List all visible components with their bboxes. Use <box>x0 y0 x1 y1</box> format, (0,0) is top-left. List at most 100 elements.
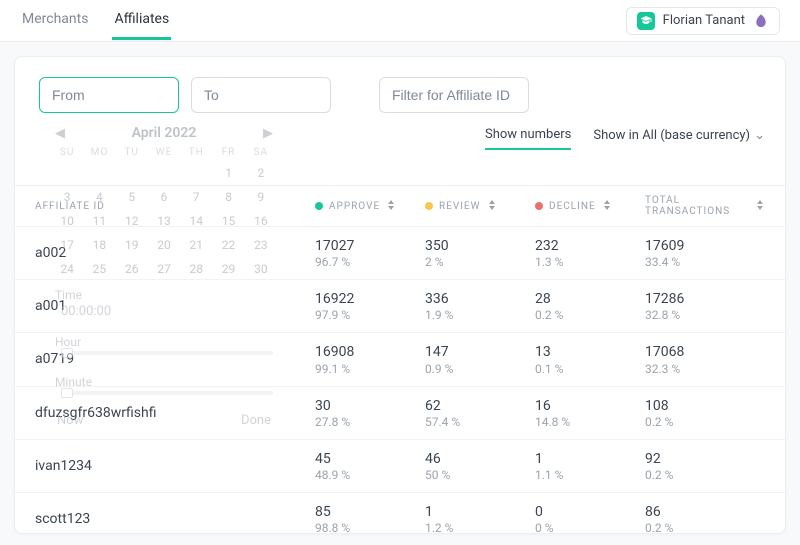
calendar-title: April 2022 <box>132 125 197 141</box>
cell-decline: 1614.8 % <box>535 397 645 429</box>
calendar-day <box>53 164 81 182</box>
calendar-day[interactable]: 23 <box>247 236 275 254</box>
calendar-weekday: MO <box>85 147 113 158</box>
calendar-day[interactable]: 2 <box>247 164 275 182</box>
cell-approve: 3027.8 % <box>315 397 425 429</box>
cell-review: 6257.4 % <box>425 397 535 429</box>
calendar-day[interactable]: 6 <box>150 188 178 206</box>
calendar-prev-month[interactable]: ◀ <box>55 126 65 141</box>
calendar-day <box>118 164 146 182</box>
calendar-done-button[interactable]: Done <box>241 413 271 428</box>
calendar-day[interactable]: 22 <box>214 236 242 254</box>
tab-merchants[interactable]: Merchants <box>20 1 90 40</box>
cell-affiliate-id: ivan1234 <box>35 458 315 474</box>
calendar-time-value: 00:00:00 <box>39 302 289 325</box>
cell-decline: 11.1 % <box>535 450 645 482</box>
col-approve[interactable]: APPROVE <box>315 200 425 213</box>
cell-decline: 130.1 % <box>535 343 645 375</box>
col-review-label: REVIEW <box>439 201 481 212</box>
graduation-cap-icon <box>637 12 655 30</box>
toggle-show-currency[interactable]: Show in All (base currency)⌄ <box>593 128 765 149</box>
calendar-day[interactable]: 25 <box>85 260 113 278</box>
cell-total: 1760933.4 % <box>645 237 765 269</box>
cell-approve: 1690899.1 % <box>315 343 425 375</box>
calendar-day <box>150 164 178 182</box>
cell-total: 920.2 % <box>645 450 765 482</box>
calendar-weekday: WE <box>150 147 178 158</box>
leaf-icon <box>753 13 769 29</box>
col-decline[interactable]: DECLINE <box>535 200 645 213</box>
cell-review: 1470.9 % <box>425 343 535 375</box>
cell-decline: 00 % <box>535 503 645 535</box>
calendar-day[interactable]: 24 <box>53 260 81 278</box>
date-from-input[interactable] <box>39 77 179 113</box>
calendar-day <box>182 164 210 182</box>
calendar-day[interactable]: 10 <box>53 212 81 230</box>
calendar-day <box>85 164 113 182</box>
calendar-day[interactable]: 27 <box>150 260 178 278</box>
cell-approve: 1702796.7 % <box>315 237 425 269</box>
cell-approve: 4548.9 % <box>315 450 425 482</box>
calendar-day[interactable]: 14 <box>182 212 210 230</box>
calendar-time-label: Time <box>39 278 289 302</box>
date-to-input[interactable] <box>191 77 331 113</box>
col-total[interactable]: TOTAL TRANSACTIONS <box>645 195 765 217</box>
calendar-day[interactable]: 8 <box>214 188 242 206</box>
sort-icon <box>602 200 612 213</box>
slider-knob-icon <box>61 348 73 358</box>
table-row[interactable]: scott1238598.8 %11.2 %00 %860.2 % <box>15 492 785 545</box>
date-picker-popover: ◀ April 2022 ▶ SUMOTUWETHFRSA12345678910… <box>39 121 289 434</box>
calendar-day[interactable]: 13 <box>150 212 178 230</box>
top-bar: Merchants Affiliates Florian Tanant <box>0 0 800 42</box>
calendar-day[interactable]: 15 <box>214 212 242 230</box>
calendar-day[interactable]: 21 <box>182 236 210 254</box>
filters-row <box>15 57 785 123</box>
calendar-weekday: FR <box>214 147 242 158</box>
calendar-day[interactable]: 19 <box>118 236 146 254</box>
calendar-day[interactable]: 26 <box>118 260 146 278</box>
cell-total: 1728632.8 % <box>645 290 765 322</box>
tab-affiliates[interactable]: Affiliates <box>112 1 171 40</box>
cell-total: 860.2 % <box>645 503 765 535</box>
content-panel: Show numbers Show in All (base currency)… <box>14 56 786 534</box>
calendar-day[interactable]: 7 <box>182 188 210 206</box>
col-review[interactable]: REVIEW <box>425 200 535 213</box>
calendar-day[interactable]: 28 <box>182 260 210 278</box>
calendar-day[interactable]: 17 <box>53 236 81 254</box>
calendar-day[interactable]: 30 <box>247 260 275 278</box>
calendar-day[interactable]: 4 <box>85 188 113 206</box>
calendar-day[interactable]: 12 <box>118 212 146 230</box>
calendar-day[interactable]: 20 <box>150 236 178 254</box>
col-decline-label: DECLINE <box>549 201 596 212</box>
calendar-weekday: SA <box>247 147 275 158</box>
cell-approve: 1692297.9 % <box>315 290 425 322</box>
calendar-minute-slider[interactable] <box>61 391 273 395</box>
sort-icon <box>487 200 497 213</box>
calendar-day[interactable]: 18 <box>85 236 113 254</box>
table-row[interactable]: ivan12344548.9 %4650 %11.1 %920.2 % <box>15 439 785 492</box>
cell-decline: 2321.3 % <box>535 237 645 269</box>
calendar-minute-label: Minute <box>39 365 289 389</box>
calendar-day[interactable]: 3 <box>53 188 81 206</box>
calendar-day[interactable]: 16 <box>247 212 275 230</box>
affiliate-id-filter-input[interactable] <box>379 77 529 113</box>
col-total-label: TOTAL TRANSACTIONS <box>645 195 749 217</box>
status-dot-decline-icon <box>535 202 543 210</box>
calendar-now-button[interactable]: Now <box>57 413 83 428</box>
calendar-hour-slider[interactable] <box>61 351 273 355</box>
calendar-day[interactable]: 5 <box>118 188 146 206</box>
calendar-day[interactable]: 11 <box>85 212 113 230</box>
cell-total: 1080.2 % <box>645 397 765 429</box>
cell-approve: 8598.8 % <box>315 503 425 535</box>
calendar-day[interactable]: 1 <box>214 164 242 182</box>
calendar-day[interactable]: 29 <box>214 260 242 278</box>
calendar-next-month[interactable]: ▶ <box>263 126 273 141</box>
calendar-day[interactable]: 9 <box>247 188 275 206</box>
toggle-show-numbers[interactable]: Show numbers <box>485 127 571 150</box>
col-approve-label: APPROVE <box>329 201 380 212</box>
user-menu[interactable]: Florian Tanant <box>626 7 780 35</box>
sort-icon <box>386 200 396 213</box>
cell-review: 11.2 % <box>425 503 535 535</box>
status-dot-review-icon <box>425 202 433 210</box>
status-dot-approve-icon <box>315 202 323 210</box>
